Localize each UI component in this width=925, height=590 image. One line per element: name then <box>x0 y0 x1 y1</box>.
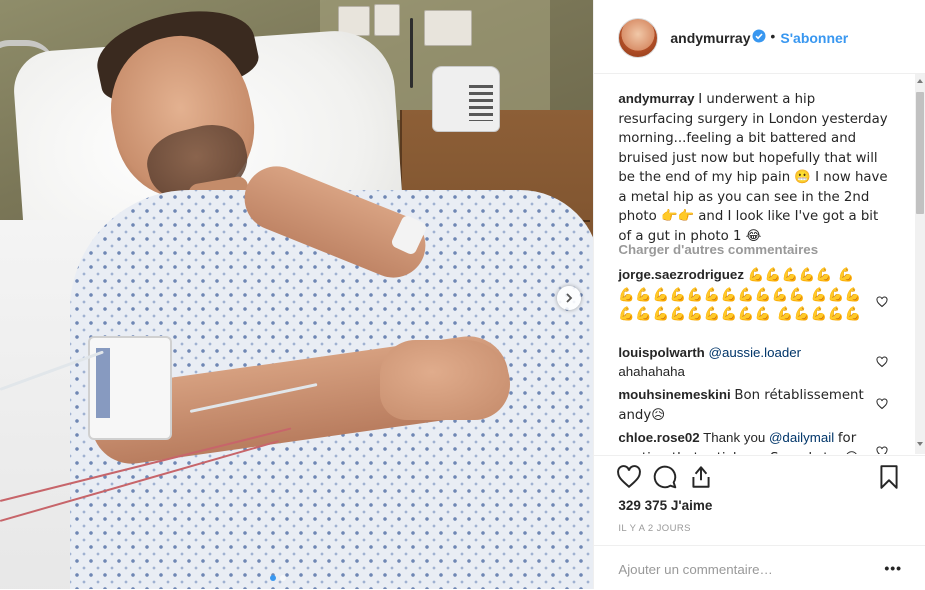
comment: jorge.saezrodriguez 💪💪💪💪💪 💪💪💪💪💪💪💪💪💪💪💪💪 💪… <box>618 266 864 325</box>
comment-username[interactable]: jorge.saezrodriguez <box>618 267 744 282</box>
comment-mention[interactable]: @aussie.loader <box>709 345 802 360</box>
share-icon[interactable] <box>688 464 714 490</box>
cable <box>410 18 413 88</box>
comment: chloe.rose02 Thank you @dailymail for po… <box>618 429 864 454</box>
comment-mention[interactable]: @dailymail <box>769 430 834 445</box>
comment: mouhsinemeskini Bon rétablissement andy😥 <box>618 386 864 425</box>
post-header: andymurray • S'abonner <box>594 0 925 74</box>
action-bar <box>594 455 925 496</box>
comments-list[interactable]: andymurray I underwent a hip resurfacing… <box>594 74 925 454</box>
scrollbar-thumb[interactable] <box>916 92 924 214</box>
heart-icon[interactable] <box>616 464 642 490</box>
hand <box>380 340 510 420</box>
comment-like-heart-icon[interactable] <box>876 356 888 368</box>
comment-text-pre: Thank you <box>703 430 766 445</box>
carousel-dot <box>270 575 276 581</box>
comment-like-heart-icon[interactable] <box>876 446 888 454</box>
verified-badge-icon <box>752 29 766 43</box>
caption-username[interactable]: andymurray <box>618 91 694 106</box>
comment-icon[interactable] <box>652 464 678 490</box>
scroll-down-arrow-icon[interactable] <box>917 442 923 446</box>
add-comment-input[interactable] <box>616 558 871 580</box>
comment-username[interactable]: chloe.rose02 <box>618 430 699 445</box>
header-separator: • <box>770 28 776 44</box>
comment-username[interactable]: mouhsinemeskini <box>618 387 730 402</box>
follow-button[interactable]: S'abonner <box>780 30 848 46</box>
comment: louispolwarth @aussie.loader ahahahaha <box>618 344 864 381</box>
chevron-right-icon <box>566 293 573 303</box>
avatar[interactable] <box>618 18 659 58</box>
telephone <box>432 66 500 132</box>
load-more-comments-button[interactable]: Charger d'autres commentaires <box>618 242 818 257</box>
bookmark-icon[interactable] <box>876 464 902 490</box>
instagram-post-view: andymurray • S'abonner andymurray I unde… <box>0 0 925 589</box>
header-username[interactable]: andymurray <box>670 30 750 46</box>
more-options-button[interactable]: ••• <box>884 560 902 576</box>
post-photo[interactable] <box>0 0 594 589</box>
carousel-dot <box>280 575 286 581</box>
caption-text: I underwent a hip resurfacing surgery in… <box>618 92 888 244</box>
comment-username[interactable]: louispolwarth <box>618 345 704 360</box>
comment-text: ahahahaha <box>618 363 685 379</box>
post-timestamp: IL Y A 2 JOURS <box>618 523 691 534</box>
next-photo-button[interactable] <box>557 286 581 310</box>
comment-like-heart-icon[interactable] <box>876 398 888 410</box>
wall-switch <box>374 4 400 36</box>
caption: andymurray I underwent a hip resurfacing… <box>618 90 890 246</box>
wall-plug <box>424 10 472 46</box>
likes-count[interactable]: 329 375 J'aime <box>618 498 712 513</box>
carousel-indicators <box>270 575 286 581</box>
comment-like-heart-icon[interactable] <box>876 296 888 308</box>
scroll-up-arrow-icon[interactable] <box>917 79 923 83</box>
post-side-panel: andymurray • S'abonner andymurray I unde… <box>593 0 925 589</box>
add-comment-bar: ••• <box>594 545 925 590</box>
